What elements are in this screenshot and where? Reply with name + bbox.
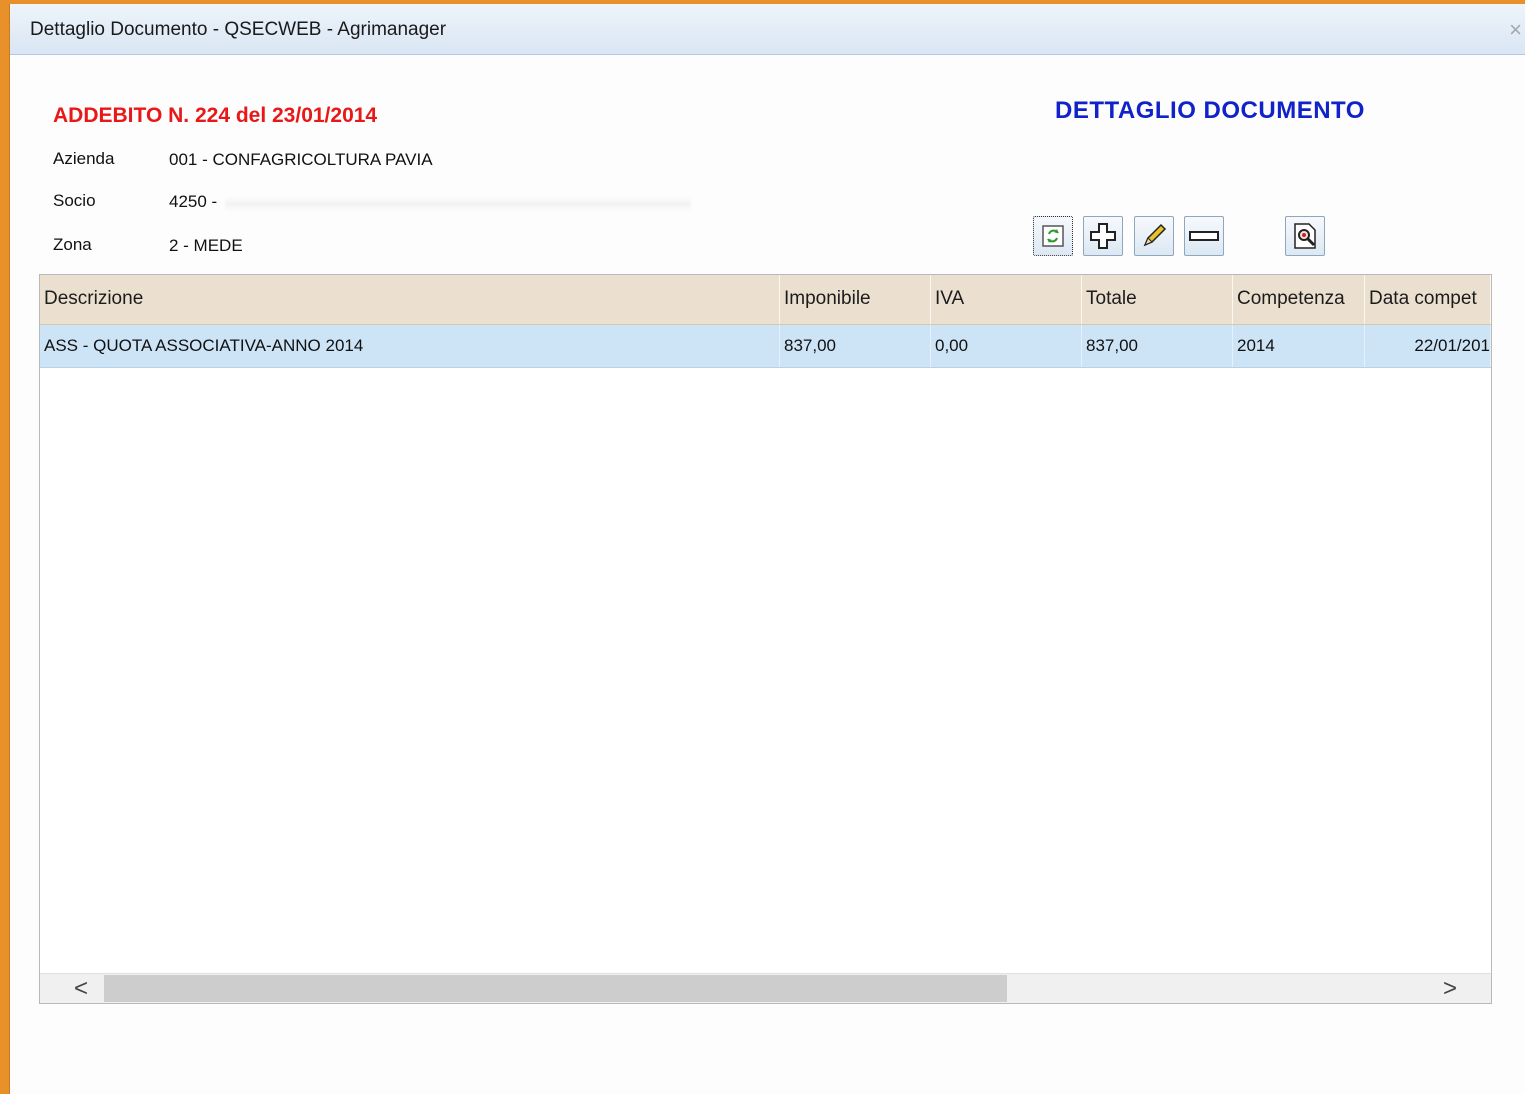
- grid-header: Descrizione Imponibile IVA Totale Compet…: [40, 275, 1491, 325]
- dialog-window: Dettaglio Documento - QSECWEB - Agrimana…: [9, 4, 1525, 1094]
- cell-data-competenza: 22/01/201: [1365, 325, 1491, 367]
- zona-label: Zona: [53, 235, 92, 254]
- column-imponibile[interactable]: Imponibile: [780, 275, 931, 324]
- panel-title: DETTAGLIO DOCUMENTO: [1055, 97, 1365, 124]
- close-icon[interactable]: ×: [1509, 17, 1522, 43]
- scrollbar-thumb[interactable]: [104, 975, 1007, 1002]
- detail-grid: Descrizione Imponibile IVA Totale Compet…: [39, 274, 1492, 1004]
- remove-button[interactable]: [1184, 216, 1224, 256]
- cell-imponibile: 837,00: [780, 325, 931, 367]
- redacted-name: [225, 197, 691, 211]
- refresh-icon: [1042, 225, 1064, 247]
- azienda-value: 001 - CONFAGRICOLTURA PAVIA: [169, 150, 433, 169]
- column-data-competenza[interactable]: Data compet: [1365, 275, 1491, 324]
- cell-iva: 0,00: [931, 325, 1082, 367]
- cell-competenza: 2014: [1233, 325, 1365, 367]
- column-descrizione[interactable]: Descrizione: [40, 275, 780, 324]
- scroll-left-icon[interactable]: <: [66, 974, 96, 1003]
- horizontal-scrollbar[interactable]: < >: [40, 973, 1491, 1003]
- zona-value: 2 - MEDE: [169, 236, 243, 255]
- document-title: ADDEBITO N. 224 del 23/01/2014: [53, 104, 378, 127]
- cell-descrizione: ASS - QUOTA ASSOCIATIVA-ANNO 2014: [40, 325, 780, 367]
- refresh-button[interactable]: [1033, 216, 1073, 256]
- cell-totale: 837,00: [1082, 325, 1233, 367]
- column-iva[interactable]: IVA: [931, 275, 1082, 324]
- minus-icon: [1189, 231, 1219, 241]
- scroll-right-icon[interactable]: >: [1435, 974, 1465, 1003]
- search-document-icon: [1294, 223, 1316, 249]
- azienda-label: Azienda: [53, 149, 115, 168]
- title-bar[interactable]: Dettaglio Documento - QSECWEB - Agrimana…: [10, 4, 1525, 55]
- search-document-button[interactable]: [1285, 216, 1325, 256]
- add-button[interactable]: [1083, 216, 1123, 256]
- plus-icon: [1090, 223, 1116, 249]
- column-totale[interactable]: Totale: [1082, 275, 1233, 324]
- edit-button[interactable]: [1134, 216, 1174, 256]
- socio-label: Socio: [53, 191, 96, 210]
- socio-value: 4250 -: [169, 192, 218, 211]
- window-title: Dettaglio Documento - QSECWEB - Agrimana…: [30, 19, 447, 40]
- column-competenza[interactable]: Competenza: [1233, 275, 1365, 324]
- pencil-icon: [1143, 223, 1167, 247]
- table-row[interactable]: ASS - QUOTA ASSOCIATIVA-ANNO 2014 837,00…: [40, 325, 1491, 368]
